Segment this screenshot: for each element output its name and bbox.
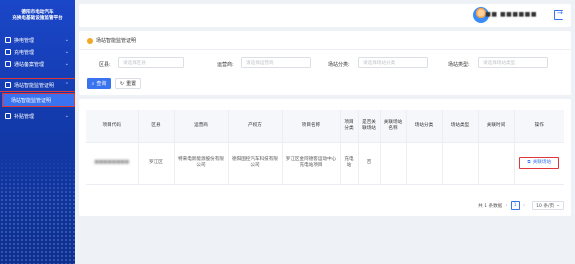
- district-select[interactable]: 请选择区县: [118, 57, 184, 68]
- divider: [79, 49, 571, 50]
- cell-project-code: ■■■■■■■■: [86, 142, 139, 185]
- table-header-row: 项目代码 区县 运营商 产权方 项目名称 项目分类 是否关联场站 关联场站名称 …: [86, 110, 564, 143]
- reset-button[interactable]: ↻ 重置: [115, 78, 141, 89]
- logout-icon[interactable]: [554, 9, 563, 20]
- cell-owner: 德阳国控汽车科技有限公司: [228, 142, 283, 185]
- search-icon: ⌕: [91, 80, 95, 87]
- col-header: 关联时间: [478, 110, 515, 143]
- cell-action: ⧉ 关联场站: [514, 142, 564, 185]
- filing-icon: [5, 61, 11, 67]
- cell-project-name: 罗江区金阿德客运动中心充电站项目: [282, 142, 341, 185]
- operator-select[interactable]: 请选择运营商: [241, 57, 311, 68]
- cell-operator: 特来电新能源股份有限公司: [174, 142, 229, 185]
- table-row: ■■■■■■■■ 罗江区 特来电新能源股份有限公司 德阳国控汽车科技有限公司 罗…: [86, 142, 564, 185]
- station-class-label: 场站分类:: [328, 62, 350, 68]
- panel-title: 场站智能监管证明: [87, 37, 136, 44]
- cell-category: 充电站: [340, 142, 359, 185]
- results-panel: 项目代码 区县 运营商 产权方 项目名称 项目分类 是否关联场站 关联场站名称 …: [79, 99, 571, 216]
- sidebar-subitem-supervision-proof[interactable]: 场站智能监管证明: [2, 93, 75, 107]
- cell-station-name: [380, 142, 407, 185]
- username: ■■ ■■■■■■: [485, 11, 537, 18]
- brand-title: 德阳市电动汽车 充换电基础设施监管平台: [12, 10, 63, 22]
- cell-station-type: [442, 142, 479, 185]
- chevron-up-icon: ⌃: [64, 82, 69, 88]
- title-bullet-icon: [87, 37, 93, 44]
- station-type-label: 场站类型:: [448, 62, 470, 68]
- operator-label: 运营商:: [217, 62, 234, 68]
- decorative-dot-pattern: [0, 154, 75, 264]
- top-bar: ■■ ■■■■■■: [79, 4, 571, 27]
- sidebar-item-subsidy[interactable]: 补贴管理 ⌄: [0, 110, 75, 122]
- prev-page-icon[interactable]: ‹: [505, 202, 507, 209]
- total-count: 共 1 条数据: [478, 203, 503, 209]
- col-header: 项目代码: [86, 110, 139, 143]
- filter-panel: 场站智能监管证明 区县: 请选择区县 运营商: 请选择运营商 场站分类: 请选择…: [79, 31, 571, 95]
- col-header: 关联场站名称: [380, 110, 407, 143]
- cell-linked: 否: [358, 142, 381, 185]
- sidebar-item-label: 场站智能监管证明: [11, 97, 52, 104]
- pagination: 共 1 条数据 ‹ 1 › 10 条/页 ⌄: [478, 201, 564, 210]
- cell-linked-time: [478, 142, 515, 185]
- page-number[interactable]: 1: [510, 201, 520, 210]
- chevron-down-icon: ⌄: [64, 37, 69, 43]
- sidebar-item-charge[interactable]: 充电管理 ⌄: [0, 46, 75, 58]
- cell-district: 罗江区: [138, 142, 175, 185]
- col-header: 场站分类: [406, 110, 443, 143]
- sidebar-item-label: 充电管理: [14, 49, 35, 56]
- charge-icon: [5, 49, 11, 55]
- col-header: 是否关联场站: [358, 110, 381, 143]
- col-header: 项目名称: [282, 110, 341, 143]
- sidebar: 德阳市电动汽车 充换电基础设施监管平台 换电管理 ⌄ 充电管理 ⌄ 通站备案管理…: [0, 0, 75, 264]
- sidebar-item-label: 补贴管理: [14, 113, 35, 120]
- next-page-icon[interactable]: ›: [523, 202, 525, 209]
- page-size-select[interactable]: 10 条/页 ⌄: [532, 201, 564, 210]
- col-header: 运营商: [174, 110, 229, 143]
- sidebar-item-filing[interactable]: 通站备案管理 ⌄: [0, 58, 75, 70]
- subsidy-icon: [5, 113, 11, 119]
- sidebar-item-label: 通站备案管理: [14, 61, 45, 68]
- link-station-button[interactable]: ⧉ 关联场站: [519, 157, 560, 169]
- col-header: 项目分类: [340, 110, 359, 143]
- search-button[interactable]: ⌕ 查询: [87, 78, 111, 89]
- supervision-icon: [5, 82, 11, 88]
- col-header: 操作: [514, 110, 564, 143]
- swap-icon: [5, 37, 11, 43]
- sidebar-item-supervision[interactable]: 场站智能监管证明 ⌃: [0, 78, 75, 92]
- chevron-down-icon: ⌄: [556, 203, 560, 208]
- sidebar-item-label: 换电管理: [14, 37, 35, 44]
- sidebar-item-swap[interactable]: 换电管理 ⌄: [0, 34, 75, 46]
- link-icon: ⧉: [527, 159, 531, 165]
- station-class-select[interactable]: 请选择场站分类: [358, 57, 428, 68]
- results-table: 项目代码 区县 运营商 产权方 项目名称 项目分类 是否关联场站 关联场站名称 …: [86, 110, 564, 185]
- chevron-down-icon: ⌄: [64, 61, 69, 67]
- chevron-down-icon: ⌄: [64, 113, 69, 119]
- col-header: 区县: [138, 110, 175, 143]
- col-header: 产权方: [228, 110, 283, 143]
- district-label: 区县:: [99, 62, 111, 68]
- sidebar-item-label: 场站智能监管证明: [14, 82, 55, 89]
- col-header: 场站类型: [442, 110, 479, 143]
- refresh-icon: ↻: [119, 80, 125, 87]
- station-type-select[interactable]: 请选择场站类型: [478, 57, 548, 68]
- chevron-down-icon: ⌄: [64, 49, 69, 55]
- cell-station-class: [406, 142, 443, 185]
